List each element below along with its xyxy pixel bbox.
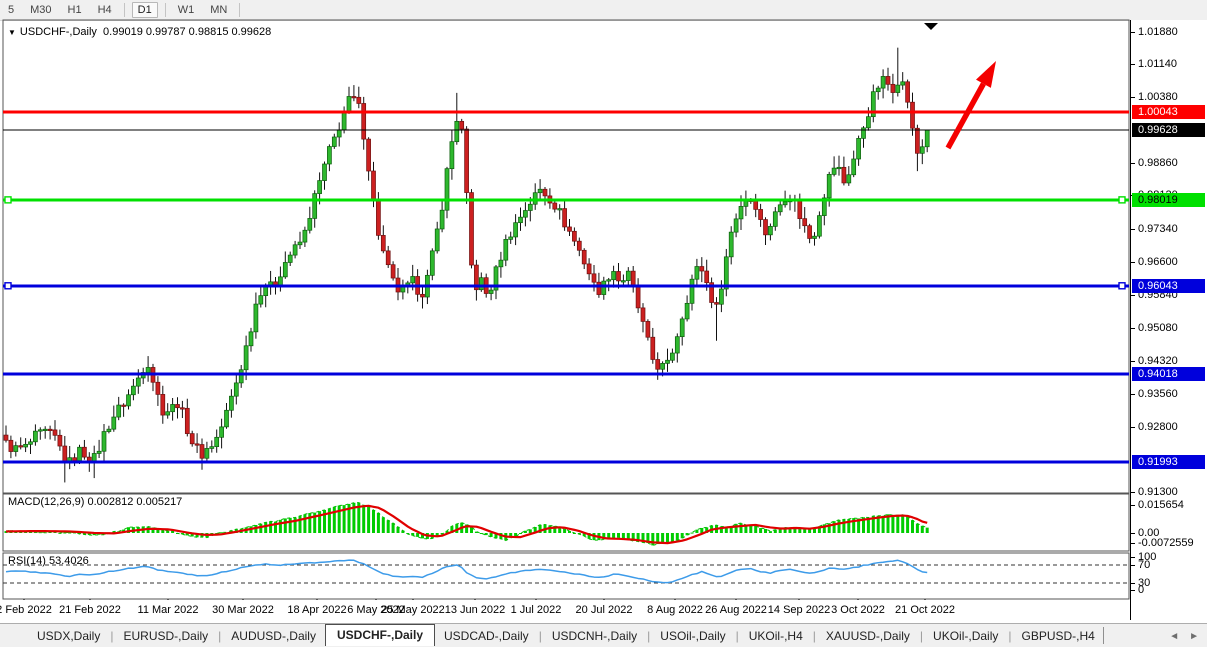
macd-histogram [5,503,929,546]
tab-gbpusd-h4[interactable]: GBPUSD-,H4 [1013,627,1104,645]
tab-eurusd-daily[interactable]: EURUSD-,Daily [114,627,217,645]
chart-tab-bar: USDX,Daily|EURUSD-,Daily|AUDUSD-,DailyUS… [0,623,1207,647]
last-bar-marker-icon [924,23,938,30]
price-line-badge: 0.94018 [1132,367,1205,381]
price-axis-tick-label: 0.96600 [1138,256,1178,268]
price-axis-tickmark [1131,328,1135,329]
tab-ukoil-daily[interactable]: UKOil-,Daily [924,627,1007,645]
price-axis-tick-label: 1.01880 [1138,26,1178,38]
price-axis-tick-label: 0.92800 [1138,421,1178,433]
price-axis-tick-label: 0.98860 [1138,157,1178,169]
tab-usdcad-daily[interactable]: USDCAD-,Daily [435,627,538,645]
chart-dropdown-icon[interactable]: ▼ [8,28,16,37]
date-label: 11 Mar 2022 [138,604,199,616]
price-axis-tick-label: 0.94320 [1138,355,1178,367]
date-label: 14 Sep 2022 [768,604,830,616]
price-axis-tick-label: 0.97340 [1138,223,1178,235]
price-axis-tickmark [1131,262,1135,263]
price-line-badge: 0.91993 [1132,455,1205,469]
price-axis-tickmark [1131,97,1135,98]
hline-handle[interactable] [1119,283,1125,289]
price-axis-tickmark [1131,427,1135,428]
macd-values: 0.002812 0.005217 [87,496,182,508]
rsi-axis-tickmark [1131,557,1135,558]
date-label: 20 Jul 2022 [576,604,633,616]
date-label: 1 Jul 2022 [511,604,562,616]
chart-canvas[interactable] [0,0,1130,622]
chart-quote-values: 0.99019 0.99787 0.98815 0.99628 [103,26,271,38]
rsi-axis-label: 70 [1138,559,1150,571]
tabbar-separator [1103,627,1104,644]
macd-indicator-label: MACD(12,26,9) 0.002812 0.005217 [8,496,182,508]
tab-audusd-daily[interactable]: AUDUSD-,Daily [222,627,325,645]
trend-arrow-drawing[interactable] [948,61,996,148]
price-axis-tick-label: 0.93560 [1138,388,1178,400]
price-axis-tickmark [1131,229,1135,230]
hline-handle[interactable] [1119,197,1125,203]
date-label: 8 Aug 2022 [647,604,703,616]
macd-axis-tickmark [1131,533,1135,534]
price-axis-tickmark [1131,361,1135,362]
price-axis-tickmark [1131,64,1135,65]
price-axis-tickmark [1131,492,1135,493]
price-axis[interactable]: 1.018801.011401.003800.988600.981200.973… [1130,20,1207,620]
rsi-axis-tickmark [1131,590,1135,591]
date-label: 26 Aug 2022 [705,604,767,616]
macd-name: MACD(12,26,9) [8,496,84,508]
price-axis-tickmark [1131,295,1135,296]
tab-scroll-right-icon[interactable]: ► [1189,631,1199,642]
price-axis-tickmark [1131,32,1135,33]
tab-ukoil-h4[interactable]: UKOil-,H4 [740,627,812,645]
date-label: 21 Feb 2022 [59,604,121,616]
rsi-name: RSI(14) [8,555,46,567]
date-label: 25 May 2022 [381,604,445,616]
chart-symbol-label: USDCHF-,Daily [20,26,97,38]
tab-usdx-daily[interactable]: USDX,Daily [28,627,109,645]
tab-scrollers: ◄► [1169,624,1199,647]
price-axis-tick-label: 1.00380 [1138,91,1178,103]
price-axis-tick-label: 0.95080 [1138,322,1178,334]
rsi-axis-tickmark [1131,565,1135,566]
price-axis-tick-label: 1.01140 [1138,58,1177,70]
macd-axis-tickmark [1131,543,1135,544]
tab-scroll-left-icon[interactable]: ◄ [1169,631,1179,642]
trading-terminal-window: { "toolbar": { "timeframes": ["5", "M30"… [0,0,1207,647]
date-label: 21 Oct 2022 [895,604,955,616]
rsi-axis-label: 0 [1138,584,1144,596]
date-label: 13 Jun 2022 [445,604,506,616]
tab-usdcnh-daily[interactable]: USDCNH-,Daily [543,627,646,645]
date-label: 30 Mar 2022 [212,604,274,616]
price-axis-tickmark [1131,394,1135,395]
date-axis[interactable]: 2 Feb 2022 21 Feb 2022 11 Mar 2022 30 Mar 2… [0,600,1130,622]
price-axis-tickmark [1131,163,1135,164]
tab-usdchf-daily[interactable]: USDCHF-,Daily [325,624,435,646]
pane-frame-2 [3,553,1129,599]
price-axis-tick-label: 0.91300 [1138,486,1178,498]
hline-handle[interactable] [5,283,11,289]
hline-handle[interactable] [5,197,11,203]
date-label: 2 Feb 2022 [0,604,52,616]
date-label: 18 Apr 2022 [287,604,346,616]
date-label: 3 Oct 2022 [831,604,885,616]
tab-xauusd-daily[interactable]: XAUUSD-,Daily [817,627,919,645]
macd-axis-label: 0.015654 [1138,499,1184,511]
price-line-badge: 0.98019 [1132,193,1205,207]
tab-usoil-daily[interactable]: USOil-,Daily [651,627,734,645]
macd-axis-tickmark [1131,505,1135,506]
rsi-value: 53.4026 [49,555,89,567]
price-line-badge: 0.96043 [1132,279,1205,293]
price-line-badge: 1.00043 [1132,105,1205,119]
current-price-badge: 0.99628 [1132,123,1205,137]
rsi-line [6,560,927,583]
rsi-axis-tickmark [1131,583,1135,584]
rsi-indicator-label: RSI(14) 53.4026 [8,555,89,567]
pane-frame-0 [3,20,1129,493]
macd-axis-label: -0.0072559 [1138,537,1194,549]
chart-title: ▼ USDCHF-,Daily 0.99019 0.99787 0.98815 0… [8,26,271,38]
macd-main-line [6,503,927,546]
